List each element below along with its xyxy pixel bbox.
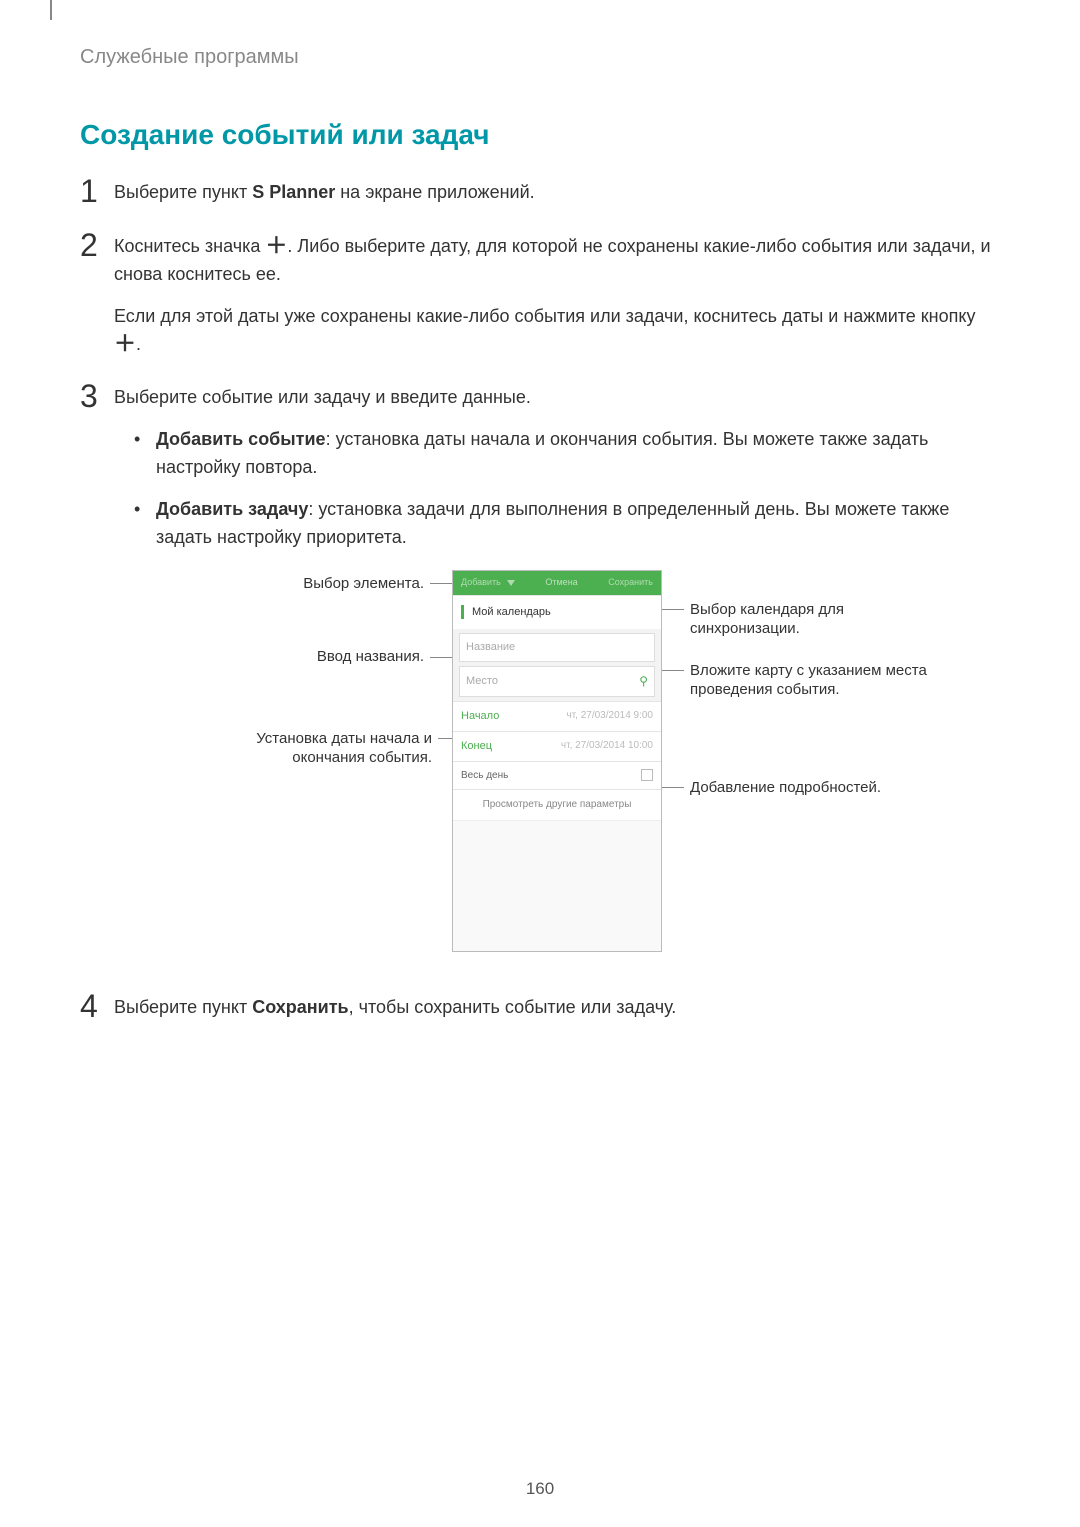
text: на экране приложений. — [335, 182, 534, 202]
app-name: S Planner — [252, 182, 335, 202]
step-1-text: Выберите пункт S Planner на экране прило… — [114, 179, 1000, 207]
phone-start-label: Начало — [461, 708, 499, 725]
phone-header: Добавить Отмена Сохранить — [453, 571, 661, 595]
section-title: Создание событий или задач — [80, 119, 1000, 151]
step-3: 3 Выберите событие или задачу и введите … — [80, 384, 1000, 981]
step-2: 2 Коснитесь значка ＋. Либо выберите дату… — [80, 233, 1000, 373]
phone-more-params[interactable]: Просмотреть другие параметры — [453, 789, 661, 820]
step-2-p2: Если для этой даты уже сохранены какие-л… — [114, 303, 1000, 359]
page-number: 160 — [0, 1479, 1080, 1499]
callouts-left: Выбор элемента. Ввод названия. Установка… — [182, 570, 452, 768]
bullet-add-task: Добавить задачу: установка задачи для вы… — [134, 496, 1000, 552]
phone-calendar-label: Мой календарь — [472, 604, 551, 621]
figure: Выбор элемента. Ввод названия. Установка… — [114, 570, 1000, 952]
phone-blank-area — [453, 820, 661, 951]
step-number: 4 — [80, 990, 114, 1022]
callout-select-calendar: Выбор календаря для синхронизации. — [690, 600, 920, 639]
dropdown-icon — [507, 580, 515, 586]
phone-end-value: чт, 27/03/2014 10:00 — [561, 738, 653, 754]
step-number: 2 — [80, 229, 114, 261]
phone-header-cancel[interactable]: Отмена — [545, 576, 577, 590]
text: . — [136, 334, 141, 354]
phone-end-label: Конец — [461, 738, 492, 755]
text: Коснитесь значка — [114, 236, 265, 256]
step-4-text: Выберите пункт Сохранить, чтобы сохранит… — [114, 994, 1000, 1022]
header-mark — [50, 0, 52, 20]
phone-allday-label: Весь день — [461, 768, 508, 784]
phone-header-add[interactable]: Добавить — [461, 576, 515, 590]
step-4: 4 Выберите пункт Сохранить, чтобы сохран… — [80, 994, 1000, 1036]
bullet-bold: Добавить событие — [156, 429, 326, 449]
placeholder-text: Название — [466, 639, 515, 656]
phone-place-input[interactable]: Место ⚲ — [459, 666, 655, 697]
save-label: Сохранить — [252, 997, 348, 1017]
step-3-intro: Выберите событие или задачу и введите да… — [114, 384, 1000, 412]
phone-mock: Добавить Отмена Сохранить Мой календарь … — [452, 570, 662, 952]
step-number: 1 — [80, 175, 114, 207]
location-pin-icon[interactable]: ⚲ — [639, 672, 648, 691]
placeholder-text: Место — [466, 673, 498, 690]
step-1: 1 Выберите пункт S Planner на экране при… — [80, 179, 1000, 221]
text: Выберите пункт — [114, 182, 252, 202]
calendar-color-bar — [461, 605, 464, 619]
checkbox-icon[interactable] — [641, 769, 653, 781]
phone-end-row[interactable]: Конец чт, 27/03/2014 10:00 — [453, 731, 661, 761]
phone-start-row[interactable]: Начало чт, 27/03/2014 9:00 — [453, 701, 661, 731]
callouts-right: Выбор календаря для синхронизации. Вложи… — [662, 570, 932, 798]
phone-title-input[interactable]: Название — [459, 633, 655, 662]
bullet-add-event: Добавить событие: установка даты начала … — [134, 426, 1000, 482]
bullet-bold: Добавить задачу — [156, 499, 308, 519]
phone-allday-row[interactable]: Весь день — [453, 761, 661, 790]
phone-header-save[interactable]: Сохранить — [608, 576, 653, 590]
text: Выберите пункт — [114, 997, 252, 1017]
callout-attach-map: Вложите карту с указанием места проведен… — [690, 661, 930, 700]
callout-enter-title: Ввод названия. — [317, 647, 424, 667]
step-2-p1: Коснитесь значка ＋. Либо выберите дату, … — [114, 233, 1000, 289]
callout-set-dates: Установка даты начала и окончания событи… — [192, 729, 432, 768]
text: , чтобы сохранить событие или задачу. — [349, 997, 677, 1017]
phone-calendar-row[interactable]: Мой календарь — [453, 595, 661, 629]
callout-add-details: Добавление подробностей. — [690, 778, 881, 798]
phone-start-value: чт, 27/03/2014 9:00 — [566, 708, 653, 724]
callout-select-element: Выбор элемента. — [303, 574, 424, 594]
text: Если для этой даты уже сохранены какие-л… — [114, 306, 975, 326]
step-number: 3 — [80, 380, 114, 412]
text: Добавить — [461, 577, 501, 587]
breadcrumb: Служебные программы — [80, 46, 1000, 69]
